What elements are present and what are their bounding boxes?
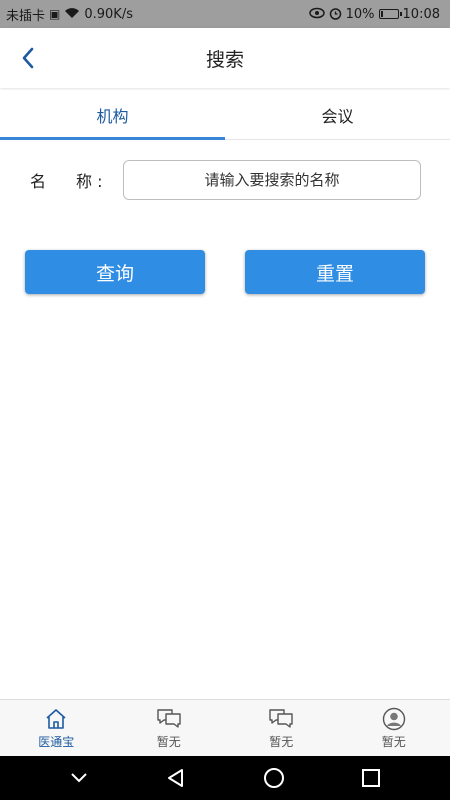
chevron-left-icon <box>22 47 34 69</box>
name-label: 名 称 : <box>30 168 103 192</box>
system-home-button[interactable] <box>254 758 294 798</box>
carrier-text: 未插卡 <box>6 8 46 24</box>
nav-item-profile[interactable]: 暂无 <box>338 700 450 756</box>
user-icon <box>381 707 407 731</box>
tab-meeting[interactable]: 会议 <box>225 90 450 139</box>
battery-percent: 10% <box>345 6 375 22</box>
name-label-char-2: 称 : <box>76 172 103 191</box>
system-back-button[interactable] <box>156 758 196 798</box>
nav-item-label: 暂无 <box>381 734 406 749</box>
square-recents-icon <box>362 769 381 787</box>
home-icon <box>43 707 69 731</box>
nav-item-chat-2[interactable]: 暂无 <box>225 700 338 756</box>
nav-item-label: 暂无 <box>156 734 181 749</box>
circle-home-icon <box>263 768 284 788</box>
clock-time: 10:08 <box>402 6 440 22</box>
nav-item-chat-1[interactable]: 暂无 <box>113 700 226 756</box>
chat-icon <box>156 707 182 731</box>
system-nav-bar <box>0 756 450 800</box>
app-header: 搜索 <box>0 28 450 88</box>
bottom-nav: 医通宝 暂无 暂无 暂无 <box>0 699 450 756</box>
nav-item-home[interactable]: 医通宝 <box>0 700 113 756</box>
battery-icon <box>378 9 402 19</box>
system-recents-button[interactable] <box>351 758 391 798</box>
nav-item-label: 医通宝 <box>38 734 75 749</box>
query-button[interactable]: 查询 <box>25 250 205 294</box>
nav-item-label: 暂无 <box>269 734 294 749</box>
triangle-back-icon <box>168 769 184 787</box>
network-speed: 0.90K/s <box>84 6 133 22</box>
chat-icon <box>268 707 294 731</box>
hide-keyboard-button[interactable] <box>59 758 99 798</box>
eye-icon <box>308 7 325 21</box>
reset-button[interactable]: 重置 <box>245 250 425 294</box>
chevron-down-icon <box>71 773 87 783</box>
page-title: 搜索 <box>205 48 244 71</box>
sim-icon: ▣ <box>49 7 61 21</box>
name-search-input[interactable] <box>123 160 421 200</box>
status-bar: 未插卡 ▣ 0.90K/s 10% 10:08 <box>0 0 450 28</box>
name-search-row: 名 称 : <box>0 158 450 202</box>
alarm-icon <box>329 7 342 22</box>
wifi-icon <box>64 7 80 21</box>
tab-bar: 机构 会议 <box>0 90 450 140</box>
tab-institution[interactable]: 机构 <box>0 90 225 140</box>
name-label-char-1: 名 <box>30 172 47 191</box>
back-button[interactable] <box>14 44 42 72</box>
